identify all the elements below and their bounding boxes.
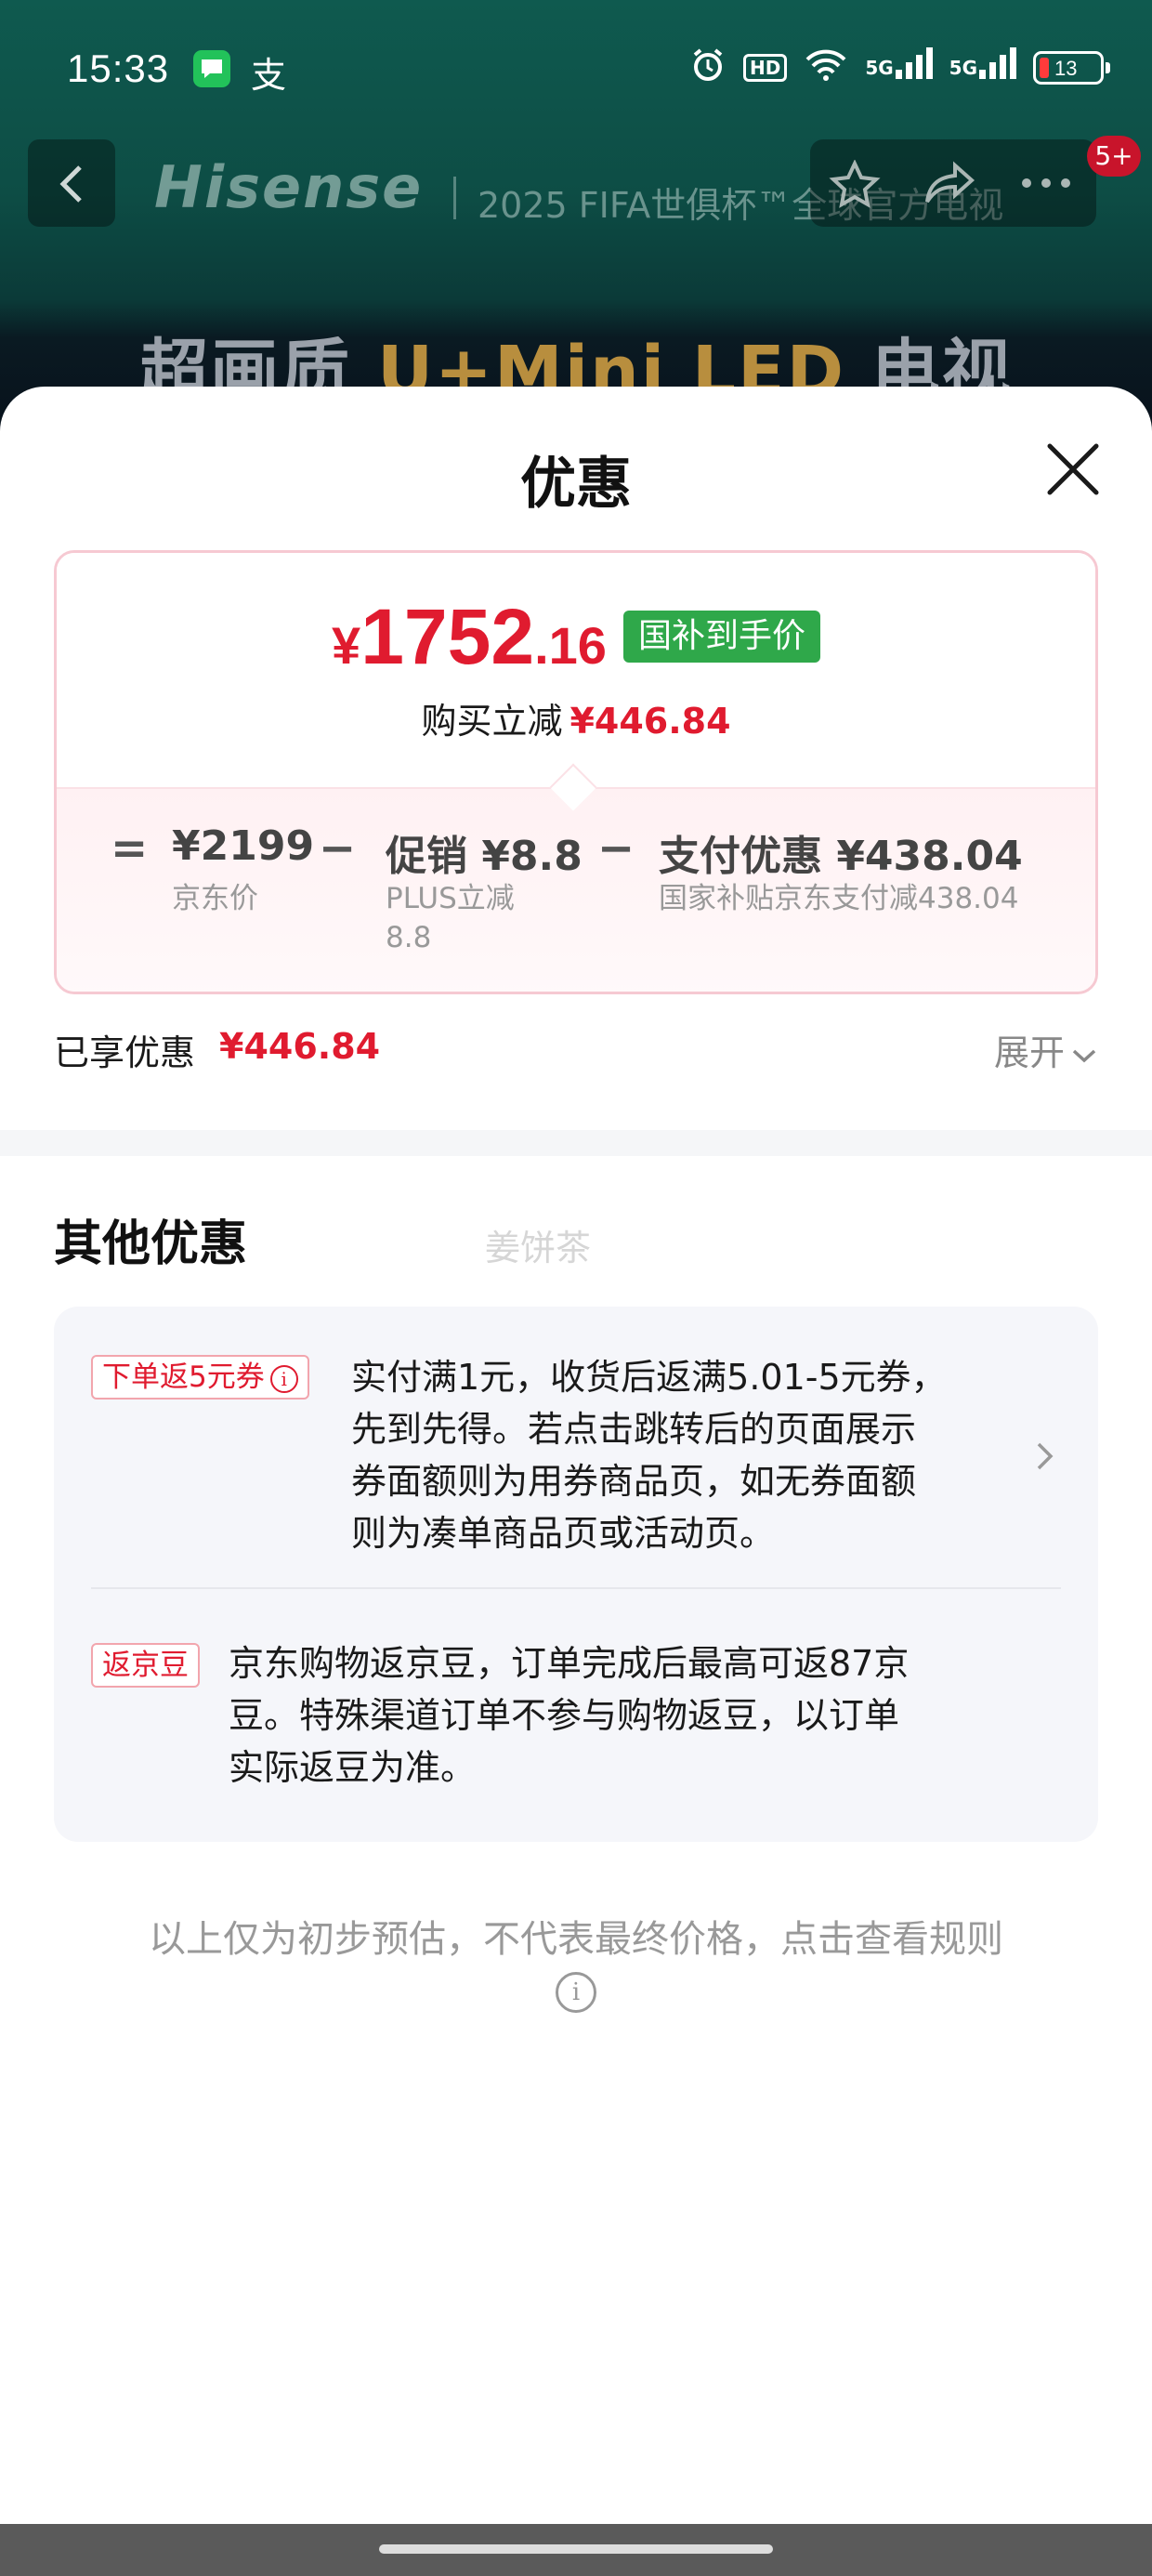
promo-label: PLUS立减 8.8 xyxy=(386,880,515,958)
jd-beans-line: 豆。特殊渠道订单不参与购物返豆，以订单 xyxy=(229,1695,900,1736)
status-indicators: HD 5G 5G 13 xyxy=(689,46,1110,90)
coupon-offer-line: 先到先得。若点击跳转后的页面展示 xyxy=(351,1409,917,1450)
cart-badge: 5+ xyxy=(1087,136,1141,177)
jd-beans-line: 京东购物返京豆，订单完成后最高可返87京 xyxy=(229,1643,910,1684)
jd-price-label: 京东价 xyxy=(172,882,258,915)
nav-actions xyxy=(810,139,1096,227)
close-button[interactable] xyxy=(1041,437,1106,502)
chevron-down-icon xyxy=(1072,1049,1096,1062)
wifi-icon xyxy=(804,48,848,88)
coupon-offer-description: 实付满1元，收货后返满5.01-5元券， 先到先得。若点击跳转后的页面展示 券面… xyxy=(351,1351,947,1559)
coupon-offer-line: 实付满1元，收货后返满5.01-5元券， xyxy=(351,1357,947,1398)
enjoyed-discount-row: 已享优惠 ¥446.84 展开 xyxy=(54,1024,1098,1080)
watermark-text: 姜饼茶 xyxy=(485,1228,592,1268)
more-icon[interactable] xyxy=(1020,177,1072,190)
final-price-decimal: .16 xyxy=(534,616,607,675)
coupon-offer-tag-label: 下单返5元券 xyxy=(102,1360,265,1394)
brand-logo: Hisense xyxy=(154,153,424,221)
final-price-currency: ¥ xyxy=(332,616,361,675)
subsidy-price-tag: 国补到手价 xyxy=(622,611,820,663)
pay-discount-value: 支付优惠 ¥438.04 xyxy=(659,833,1023,880)
info-icon[interactable]: i xyxy=(556,1972,596,2013)
home-indicator[interactable] xyxy=(379,2544,773,2554)
close-icon xyxy=(1047,443,1099,495)
promo-value: 促销 ¥8.8 xyxy=(386,833,583,880)
jd-price-value: ¥2199 xyxy=(172,822,315,870)
status-time: 15:33 xyxy=(67,46,170,90)
discount-sheet: 优惠 ¥1752.16 国补到手价 购买立减 ¥446.84 = ¥2199 京东… xyxy=(0,387,1152,2576)
promo-label-line1: PLUS立减 xyxy=(386,882,515,915)
equals-sign: = xyxy=(111,822,149,874)
expand-label: 展开 xyxy=(993,1032,1065,1073)
price-summary-card: ¥1752.16 国补到手价 购买立减 ¥446.84 = ¥2199 京东价 −… xyxy=(54,550,1098,994)
purchase-discount-label: 购买立减 xyxy=(421,701,563,742)
alarm-icon xyxy=(689,46,727,90)
promo-label-line2: 8.8 xyxy=(386,920,432,954)
minus-sign: − xyxy=(597,822,635,874)
brand-divider xyxy=(453,177,456,219)
share-icon[interactable] xyxy=(922,160,977,210)
signal-icon: 5G xyxy=(949,47,1016,79)
jd-beans-line: 实际返豆为准。 xyxy=(229,1747,477,1788)
expand-button[interactable]: 展开 xyxy=(994,1024,1098,1075)
chevron-right-icon xyxy=(1037,1442,1054,1470)
sheet-title: 优惠 xyxy=(520,452,632,517)
other-offers-card: 下单返5元券 i 实付满1元，收货后返满5.01-5元券， 先到先得。若点击跳转后… xyxy=(54,1307,1098,1842)
navigation-gesture-bar xyxy=(0,2524,1152,2576)
offer-separator xyxy=(91,1587,1061,1589)
final-price: ¥1752.16 xyxy=(332,598,607,676)
battery-icon: 13 xyxy=(1033,51,1110,85)
price-breakdown: = ¥2199 京东价 − 促销 ¥8.8 PLUS立减 8.8 − 支付优惠 ¥… xyxy=(57,787,1095,992)
star-icon[interactable] xyxy=(829,160,881,210)
jd-beans-tag: 返京豆 xyxy=(91,1643,200,1689)
status-bar: 15:33 支 HD 5G 5G 13 xyxy=(0,0,1152,139)
coupon-offer-line: 券面额则为用券商品页，如无券面额 xyxy=(351,1461,917,1502)
jd-beans-description: 京东购物返京豆，订单完成后最高可返87京 豆。特殊渠道订单不参与购物返豆，以订单… xyxy=(229,1637,909,1794)
minus-sign: − xyxy=(319,822,357,874)
purchase-discount-value: ¥446.84 xyxy=(569,701,731,742)
hd-voice-icon: HD xyxy=(742,54,788,82)
chevron-left-icon xyxy=(59,165,82,203)
battery-level: 13 xyxy=(1054,57,1078,80)
messages-app-icon xyxy=(193,50,230,87)
enjoyed-discount-value: ¥446.84 xyxy=(219,1026,381,1067)
section-divider xyxy=(0,1130,1152,1156)
signal-label: 5G xyxy=(865,57,894,79)
alipay-app-icon: 支 xyxy=(251,55,287,96)
signal-icon: 5G xyxy=(865,47,933,79)
final-price-row: ¥1752.16 国补到手价 xyxy=(57,598,1095,676)
info-icon[interactable]: i xyxy=(269,1364,298,1393)
purchase-discount: 购买立减 ¥446.84 xyxy=(57,692,1095,743)
other-offers-title: 其他优惠 xyxy=(54,1216,248,1272)
price-summary-top: ¥1752.16 国补到手价 购买立减 ¥446.84 xyxy=(57,553,1095,787)
pay-discount-label: 国家补贴京东支付减438.04 xyxy=(659,882,1019,915)
back-button[interactable] xyxy=(28,139,115,227)
enjoyed-discount-label: 已享优惠 xyxy=(54,1032,196,1073)
signal-label: 5G xyxy=(949,57,977,79)
coupon-offer-tag: 下单返5元券 i xyxy=(91,1355,309,1400)
coupon-offer-line: 则为凑单商品页或活动页。 xyxy=(351,1513,776,1554)
rules-footnote[interactable]: 以上仅为初步预估，不代表最终价格，点击查看规则 xyxy=(0,1914,1152,1965)
final-price-integer: 1752 xyxy=(360,593,535,680)
